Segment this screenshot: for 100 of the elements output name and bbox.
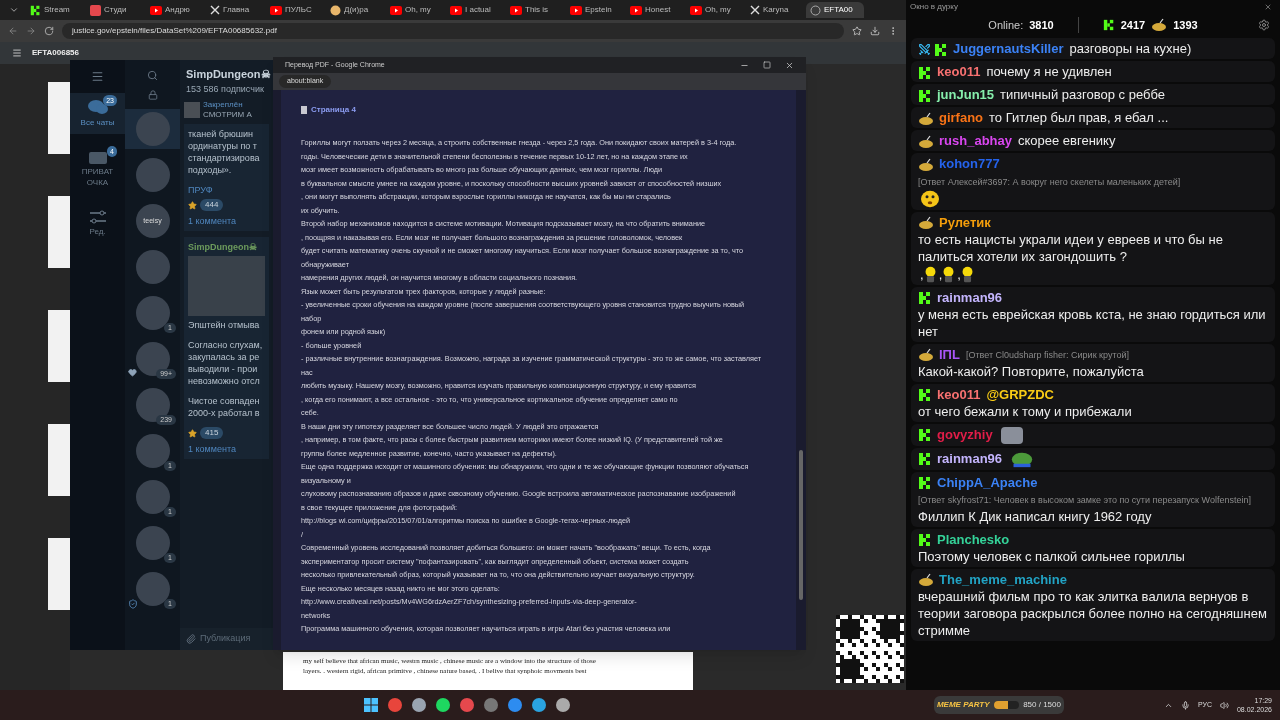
page-heading: Страница 4	[311, 104, 356, 116]
browser-tab[interactable]: Андрю	[146, 2, 204, 18]
widget-title: MEME PARTY	[936, 699, 990, 711]
browser-tab[interactable]: Студи	[86, 2, 144, 18]
bookmark-star-icon[interactable]	[852, 26, 862, 36]
browser-tab[interactable]: Honest	[626, 2, 684, 18]
tab-list-button[interactable]	[9, 5, 19, 15]
post-link[interactable]: ПРУФ	[188, 184, 265, 196]
chat-text: скорее евгенику	[1018, 132, 1116, 149]
potato-icon	[918, 216, 934, 231]
play-icon	[150, 5, 162, 15]
kick-logo-icon	[30, 4, 41, 16]
play-icon	[270, 5, 282, 15]
browser-tab[interactable]: EFTA00	[806, 2, 864, 18]
chat-text: Поэтому человек с палкой сильнее гориллы	[918, 547, 1185, 565]
chat-username: keo011	[937, 64, 981, 79]
page-thumbnail[interactable]	[48, 310, 70, 382]
microphone-icon[interactable]	[1180, 700, 1190, 710]
browser-tab[interactable]: This is	[506, 2, 564, 18]
star-icon[interactable]	[188, 428, 197, 438]
scrollbar-thumb[interactable]	[799, 450, 803, 600]
potato-icon	[918, 348, 934, 363]
chat-text: у меня есть еврейская кровь кста, не знаю гордиться или нет	[918, 305, 1267, 340]
forward-icon[interactable]	[26, 26, 36, 36]
taskbar-app-icon[interactable]	[483, 698, 498, 712]
taskbar-app-icon[interactable]	[555, 698, 570, 712]
browser-tab[interactable]: Epstein	[566, 2, 624, 18]
browser-tab[interactable]: Stream	[26, 2, 84, 18]
play-icon	[390, 5, 402, 15]
taskbar-app-icon[interactable]	[387, 698, 402, 712]
post-text: Эпштейн отмыва	[188, 319, 261, 331]
address-bar[interactable]: justice.gov/epstein/files/DataSet%209/EFTA00685632.pdf	[62, 23, 844, 39]
menu-icon[interactable]	[12, 48, 22, 58]
taskbar-app-icon[interactable]	[459, 698, 474, 712]
reply-quote: [Ответ skyfrost71: Человек в высоком замке это по сути перезапуск Wolfenstein]	[918, 494, 1251, 507]
chat-text: разговоры на кухне)	[1069, 40, 1192, 57]
page-thumbnail[interactable]	[48, 82, 70, 154]
reply-quote: [Ответ Cl0udsharp fisher: Сирик крутой]	[965, 349, 1129, 362]
progress-text: 850 / 1500	[1023, 699, 1061, 711]
chat-username: ChippA_Apache	[937, 474, 1038, 490]
comments-link[interactable]: 1 коммента	[188, 215, 265, 227]
download-icon[interactable]	[870, 26, 880, 36]
taskbar-app-icon[interactable]	[531, 698, 546, 712]
browser-tab[interactable]: Oh, my	[686, 2, 744, 18]
browser-tab[interactable]: Oh, my	[386, 2, 444, 18]
back-icon[interactable]	[8, 26, 18, 36]
page-thumbnail[interactable]	[48, 424, 70, 496]
chat-username: girfano	[939, 110, 984, 125]
search-icon[interactable]	[147, 70, 158, 81]
kick-logo-icon	[918, 88, 932, 103]
chat-username: Planchesko	[937, 531, 1010, 547]
taskbar-app-icon[interactable]	[411, 698, 426, 712]
photo-placeholder	[1000, 426, 1023, 444]
play-icon	[630, 5, 642, 15]
browser-tab[interactable]: ПУЛЬС	[266, 2, 324, 18]
chat-text: типичный разговор с реббе	[1000, 86, 1165, 103]
settings-icon[interactable]	[1258, 19, 1270, 31]
avatar	[135, 480, 170, 514]
potato-icon	[918, 573, 934, 588]
chat-username: govyzhiy	[937, 426, 993, 442]
browser-tab[interactable]: Д(и)ра	[326, 2, 384, 18]
avatar	[135, 388, 170, 422]
folder-icon	[88, 150, 107, 164]
emoji-icon	[330, 4, 341, 16]
reload-icon[interactable]	[44, 26, 54, 36]
avatar	[135, 158, 170, 192]
photo-placeholder	[184, 102, 200, 118]
reaction-chip[interactable]: 444	[200, 199, 224, 211]
reaction-chip[interactable]: 415	[200, 427, 224, 439]
page-thumbnail[interactable]	[48, 538, 70, 610]
folder-tab[interactable]: Ред.	[70, 204, 125, 243]
viewer-count: 1393	[1173, 17, 1198, 33]
browser-tab[interactable]: Karyna	[746, 2, 804, 18]
browser-tab[interactable]: Главна	[206, 2, 264, 18]
taskbar-app-icon[interactable]	[507, 698, 522, 712]
avatar	[135, 250, 170, 284]
volume-icon[interactable]	[1219, 700, 1229, 710]
kick-viewer-count: 2417	[1120, 17, 1146, 33]
lock-icon	[147, 90, 158, 100]
post-text: выводили - прои	[188, 363, 259, 375]
attach-icon[interactable]	[186, 634, 196, 644]
close-icon[interactable]	[785, 60, 794, 70]
browser-tab[interactable]: I actual	[446, 2, 504, 18]
comments-link[interactable]: 1 коммента	[188, 443, 265, 455]
chat-text: ,	[920, 265, 924, 283]
mention: @GRPZDC	[986, 386, 1054, 402]
frog-emote-icon	[1010, 450, 1035, 468]
page-thumbnail[interactable]	[48, 196, 70, 268]
menu-icon[interactable]	[91, 70, 104, 83]
post-text: закупалась за ре	[188, 351, 261, 363]
potato-icon	[918, 157, 934, 172]
close-icon[interactable]	[1264, 3, 1272, 11]
star-icon[interactable]	[188, 200, 197, 210]
chat-text: то Гитлер был прав, я ебал ...	[989, 109, 1169, 126]
maximize-icon[interactable]	[763, 61, 771, 69]
chat-username: rainman96	[937, 289, 1003, 305]
kick-logo-icon	[918, 476, 932, 491]
taskbar-app-icon[interactable]	[435, 698, 450, 712]
windows-logo-icon[interactable]	[363, 698, 378, 712]
reply-quote: [Ответ Алексей#3697: А вокруг него скелеты маленьких детей]	[918, 175, 1181, 188]
